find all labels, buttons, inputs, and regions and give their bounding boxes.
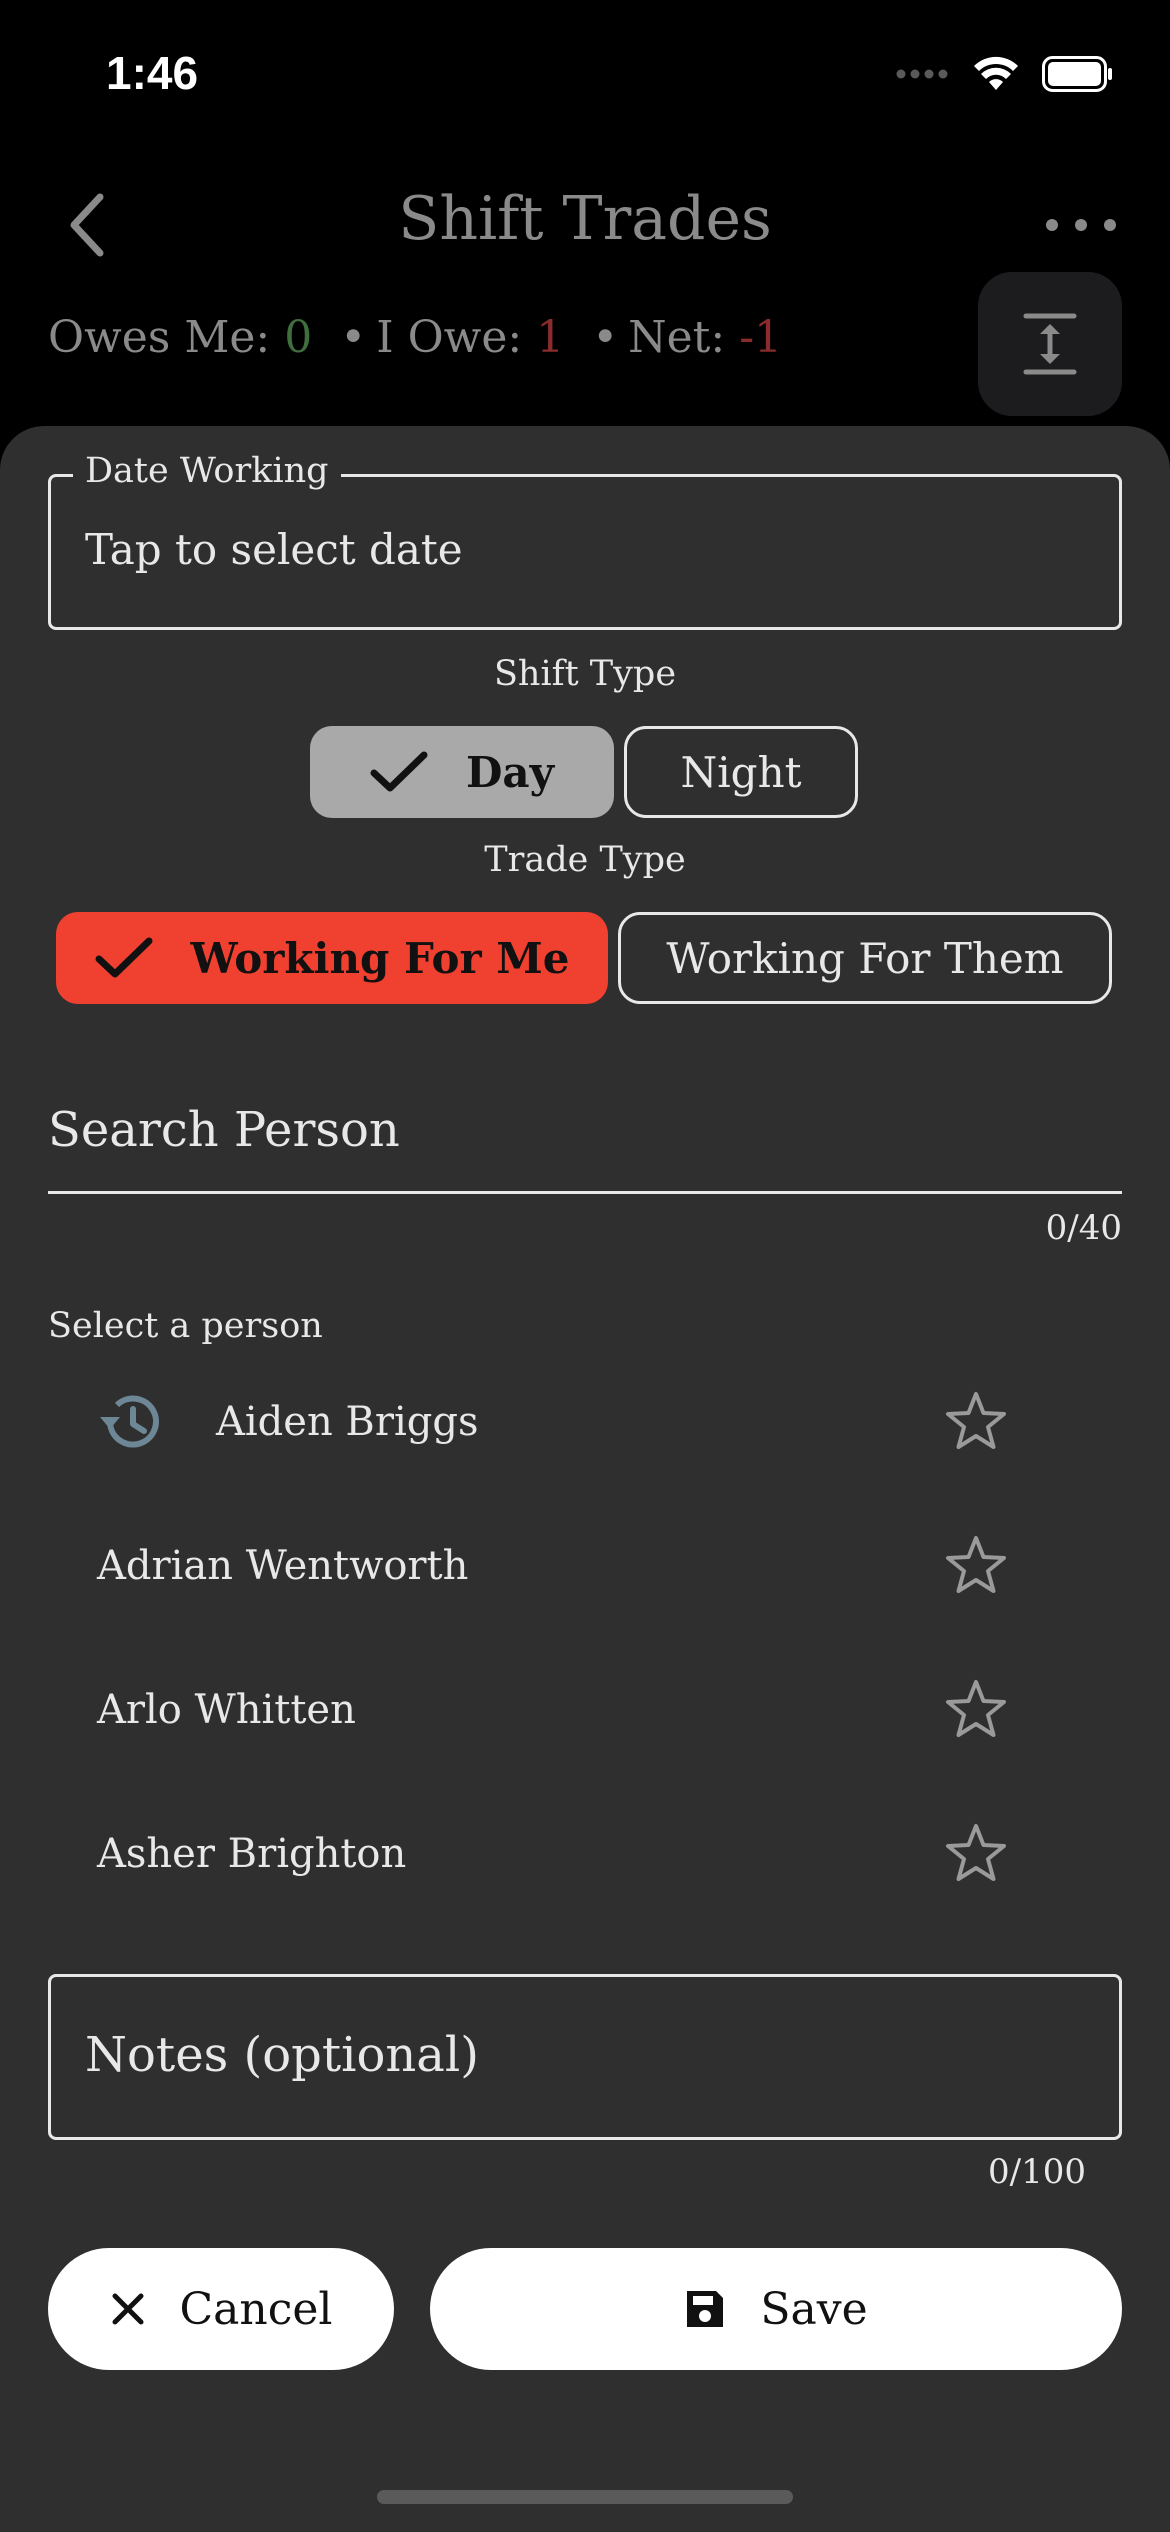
trade-option-working-for-them-label: Working For Them — [666, 933, 1064, 983]
person-row[interactable]: Asher Brighton — [48, 1783, 1122, 1923]
person-row[interactable]: Aiden Briggs — [48, 1351, 1122, 1491]
i-owe-label: I Owe: — [376, 312, 523, 363]
select-person-label: Select a person — [48, 1306, 323, 1346]
trade-form-sheet: Date Working Tap to select date Shift Ty… — [0, 426, 1170, 2532]
star-outline-icon[interactable] — [944, 1533, 1008, 1597]
status-bar: 1:46 — [0, 0, 1170, 150]
shift-option-night[interactable]: Night — [624, 726, 858, 818]
person-name: Arlo Whitten — [97, 1687, 356, 1733]
history-icon — [100, 1395, 159, 1448]
more-dot — [1075, 219, 1087, 231]
trade-summary: Owes Me: 0 • I Owe: 1 • Net: -1 — [48, 312, 782, 363]
i-owe-value: 1 — [536, 312, 565, 363]
shift-option-day[interactable]: Day — [310, 726, 614, 818]
person-row[interactable]: Arlo Whitten — [48, 1639, 1122, 1779]
search-person-input[interactable] — [48, 1102, 1048, 1158]
close-icon — [110, 2291, 146, 2327]
shift-option-night-label: Night — [680, 747, 802, 797]
check-icon — [370, 751, 428, 793]
owes-me-label: Owes Me: — [48, 312, 271, 363]
person-name: Aiden Briggs — [216, 1399, 479, 1445]
wifi-icon — [974, 56, 1018, 90]
floppy-disk-icon — [684, 2288, 726, 2330]
status-icons — [896, 54, 1114, 94]
more-dot — [1046, 219, 1058, 231]
notes-input[interactable] — [85, 2027, 1085, 2083]
save-button[interactable]: Save — [430, 2248, 1122, 2370]
date-working-value[interactable]: Tap to select date — [85, 525, 463, 574]
person-row[interactable]: Adrian Wentworth — [48, 1495, 1122, 1635]
cancel-button[interactable]: Cancel — [48, 2248, 394, 2370]
trade-option-working-for-me-label: Working For Me — [190, 933, 570, 983]
person-name: Adrian Wentworth — [97, 1543, 469, 1589]
shift-type-label: Shift Type — [493, 654, 677, 694]
battery-icon — [1042, 56, 1112, 92]
shift-option-day-label: Day — [465, 747, 555, 797]
expand-button[interactable] — [978, 272, 1122, 416]
notes-field[interactable] — [48, 1974, 1122, 2140]
expand-vertical-icon — [1023, 313, 1077, 375]
date-working-field[interactable]: Date Working Tap to select date — [48, 451, 1122, 630]
trade-option-working-for-them[interactable]: Working For Them — [618, 912, 1112, 1004]
cancel-button-label: Cancel — [179, 2283, 333, 2335]
more-options-button[interactable] — [1046, 210, 1116, 240]
star-outline-icon[interactable] — [944, 1821, 1008, 1885]
owes-me-value: 0 — [284, 312, 313, 363]
date-working-label: Date Working — [73, 451, 341, 491]
star-outline-icon[interactable] — [944, 1389, 1008, 1453]
cellular-signal-icon — [896, 69, 948, 79]
save-button-label: Save — [760, 2283, 868, 2335]
net-label: Net: — [628, 312, 726, 363]
notes-char-counter: 0/100 — [988, 2152, 1086, 2192]
trade-option-working-for-me[interactable]: Working For Me — [56, 912, 608, 1004]
search-person-field[interactable] — [48, 1066, 1122, 1194]
star-outline-icon[interactable] — [944, 1677, 1008, 1741]
check-icon — [95, 937, 153, 979]
trade-type-label: Trade Type — [484, 840, 686, 880]
separator-dot: • — [340, 312, 367, 363]
more-dot — [1104, 219, 1116, 231]
separator-dot: • — [592, 312, 619, 363]
home-indicator — [377, 2490, 793, 2504]
status-time: 1:46 — [106, 47, 199, 99]
net-value: -1 — [739, 312, 783, 363]
person-name: Asher Brighton — [97, 1831, 407, 1877]
search-char-counter: 0/40 — [1045, 1208, 1122, 1248]
page-title: Shift Trades — [398, 184, 772, 254]
